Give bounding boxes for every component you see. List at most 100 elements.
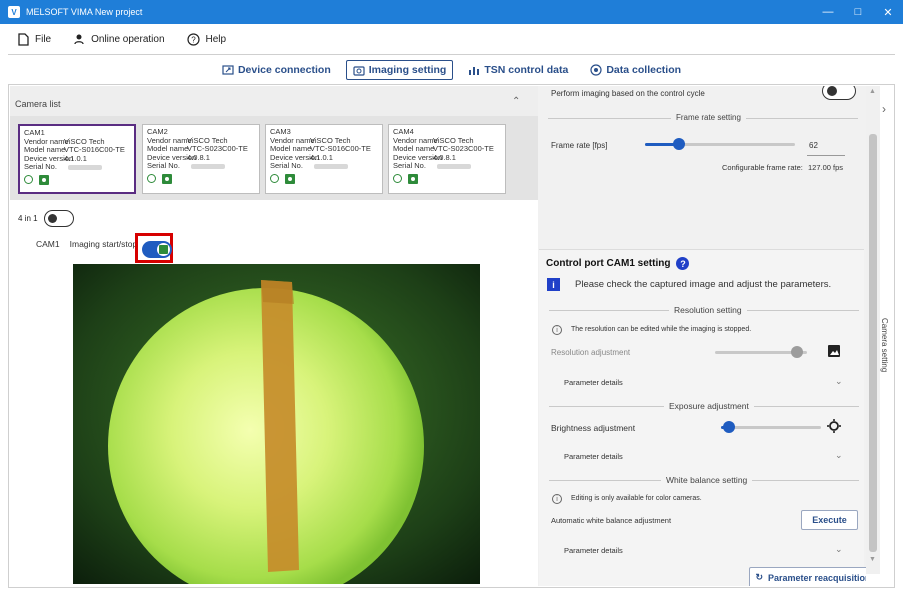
minimize-button[interactable]: — [813,0,843,24]
camera-icon [353,65,365,76]
vendor-label: Vendor name [270,136,315,145]
chevron-down-icon[interactable]: ⌄ [835,376,843,387]
white-balance-note: Editing is only available for color came… [571,495,702,502]
chevron-up-icon[interactable]: ⌃ [512,96,520,107]
camera-knob-icon [157,243,170,256]
chevron-down-icon[interactable]: ⌄ [835,544,843,555]
captured-image [73,264,480,584]
tab-data-collection[interactable]: Data collection [583,60,688,80]
camera-name: CAM4 [393,128,414,136]
model-value: VTC-S016C00-TE [310,145,371,154]
camera-name: CAM1 [24,129,45,137]
scroll-up-icon[interactable]: ▲ [869,88,876,95]
white-balance-parameter-details[interactable]: Parameter details [564,546,623,555]
brightness-slider-track[interactable] [721,426,821,429]
four-in-one-row: 4 in 1 [18,210,74,227]
perform-imaging-label: Perform imaging based on the control cyc… [551,89,705,98]
device-version-value: 4.1.0.1 [310,153,333,162]
white-balance-section-title: White balance setting [661,475,753,485]
parameter-reacquisition-label: Parameter reacquisition [768,572,866,583]
camera-cards: CAM1 Vendor name ViSCO Tech Model name VTC… [10,116,538,200]
vendor-value: ViSCO Tech [433,136,474,145]
chevron-right-icon[interactable]: › [882,102,886,116]
frame-rate-slider-knob[interactable] [673,138,685,150]
tab-tsn-control-data[interactable]: TSN control data [461,60,575,80]
imaging-toggle-highlight [135,233,173,263]
vendor-label: Vendor name [24,137,69,146]
camera-card-cam4[interactable]: CAM4 Vendor name ViSCO Tech Model name VTC… [388,124,506,194]
settings-panel: Perform imaging based on the control cyc… [538,86,866,586]
tab-device-connection[interactable]: Device connection [215,60,338,80]
info-icon: i [547,278,560,291]
chevron-down-icon[interactable]: ⌄ [835,450,843,461]
serial-value-redacted [314,164,348,170]
model-value: VTC-S023C00-TE [433,145,494,154]
camera-icon [162,173,172,184]
device-version-value: 4.0.8.1 [187,153,210,162]
control-port-section: Control port CAM1 setting? i Please chec… [539,249,866,586]
menu-help[interactable]: ? Help [186,32,226,46]
refresh-icon: ↻ [755,572,763,582]
configurable-frame-rate-label: Configurable frame rate: [722,163,803,172]
model-value: VTC-S016C00-TE [64,146,125,155]
device-version-label: Device version [24,154,74,163]
scrollbar-thumb[interactable] [869,134,877,552]
tab-tsn-control-data-label: TSN control data [484,64,569,76]
help-icon[interactable]: ? [676,257,690,270]
serial-label: Serial No. [24,163,57,172]
device-version-label: Device version [147,153,197,162]
execute-button[interactable]: Execute [801,510,858,530]
vendor-value: ViSCO Tech [187,136,228,145]
maximize-button[interactable]: □ [843,0,873,24]
status-circle-icon [147,174,156,184]
camera-list-title: Camera list [15,99,61,109]
info-circle-icon: i [552,494,562,504]
exposure-parameter-details[interactable]: Parameter details [564,452,623,461]
device-version-value: 4.0.8.1 [433,153,456,162]
resolution-parameter-details[interactable]: Parameter details [564,378,623,387]
camera-panel: Camera list ⌃ CAM1 Vendor name ViSCO Tech… [10,86,538,586]
tab-imaging-setting[interactable]: Imaging setting [345,60,454,80]
vendor-value: ViSCO Tech [310,136,351,145]
camera-setting-side-tab[interactable]: › Camera setting [880,86,894,586]
imaging-row: CAM1 Imaging start/stop [36,239,137,249]
file-icon [18,32,29,46]
title-bar: V MELSOFT VIMA New project — □ ✕ [0,0,903,24]
auto-white-balance-label: Automatic white balance adjustment [551,516,672,525]
close-button[interactable]: ✕ [873,0,903,24]
scroll-down-icon[interactable]: ▼ [869,556,876,563]
brightness-slider-knob[interactable] [723,421,735,433]
camera-card-cam1[interactable]: CAM1 Vendor name ViSCO Tech Model name VTC… [18,124,136,194]
camera-icon [285,173,295,184]
menu-file-label: File [35,33,52,45]
serial-value-redacted [68,165,102,171]
camera-name: CAM3 [270,128,291,136]
online-icon [74,34,84,45]
vendor-label: Vendor name [393,136,438,145]
window-title: MELSOFT VIMA New project [26,7,143,17]
bar-chart-icon [469,66,480,75]
camera-card-cam2[interactable]: CAM2 Vendor name ViSCO Tech Model name VTC… [142,124,260,194]
status-circle-icon [393,174,402,184]
device-version-value: 4.1.0.1 [64,154,87,163]
resolution-note: The resolution can be edited while the i… [571,326,752,333]
four-in-one-toggle[interactable] [43,210,74,227]
tab-data-collection-label: Data collection [606,64,682,76]
parameter-reacquisition-button[interactable]: ↻ Parameter reacquisition [749,567,866,586]
frame-rate-value-underline [807,155,845,156]
frame-rate-value: 62 [809,141,818,150]
device-version-label: Device version [393,153,443,162]
perform-imaging-toggle[interactable] [822,86,856,100]
imaging-start-stop-toggle[interactable] [142,241,172,258]
settings-scrollbar[interactable]: ▲ ▼ [866,86,880,574]
vendor-value: ViSCO Tech [64,137,105,146]
camera-icon [39,174,49,185]
imaging-start-stop-label: Imaging start/stop [69,239,138,249]
camera-list-header[interactable]: Camera list ⌃ [10,86,538,116]
menu-bar: File Online operation ? Help [0,24,903,54]
menu-file[interactable]: File [18,32,52,46]
menu-online-operation[interactable]: Online operation [73,33,165,45]
control-port-title: Control port CAM1 setting? [546,257,690,270]
status-circle-icon [270,174,279,184]
camera-card-cam3[interactable]: CAM3 Vendor name ViSCO Tech Model name VTC… [265,124,383,194]
